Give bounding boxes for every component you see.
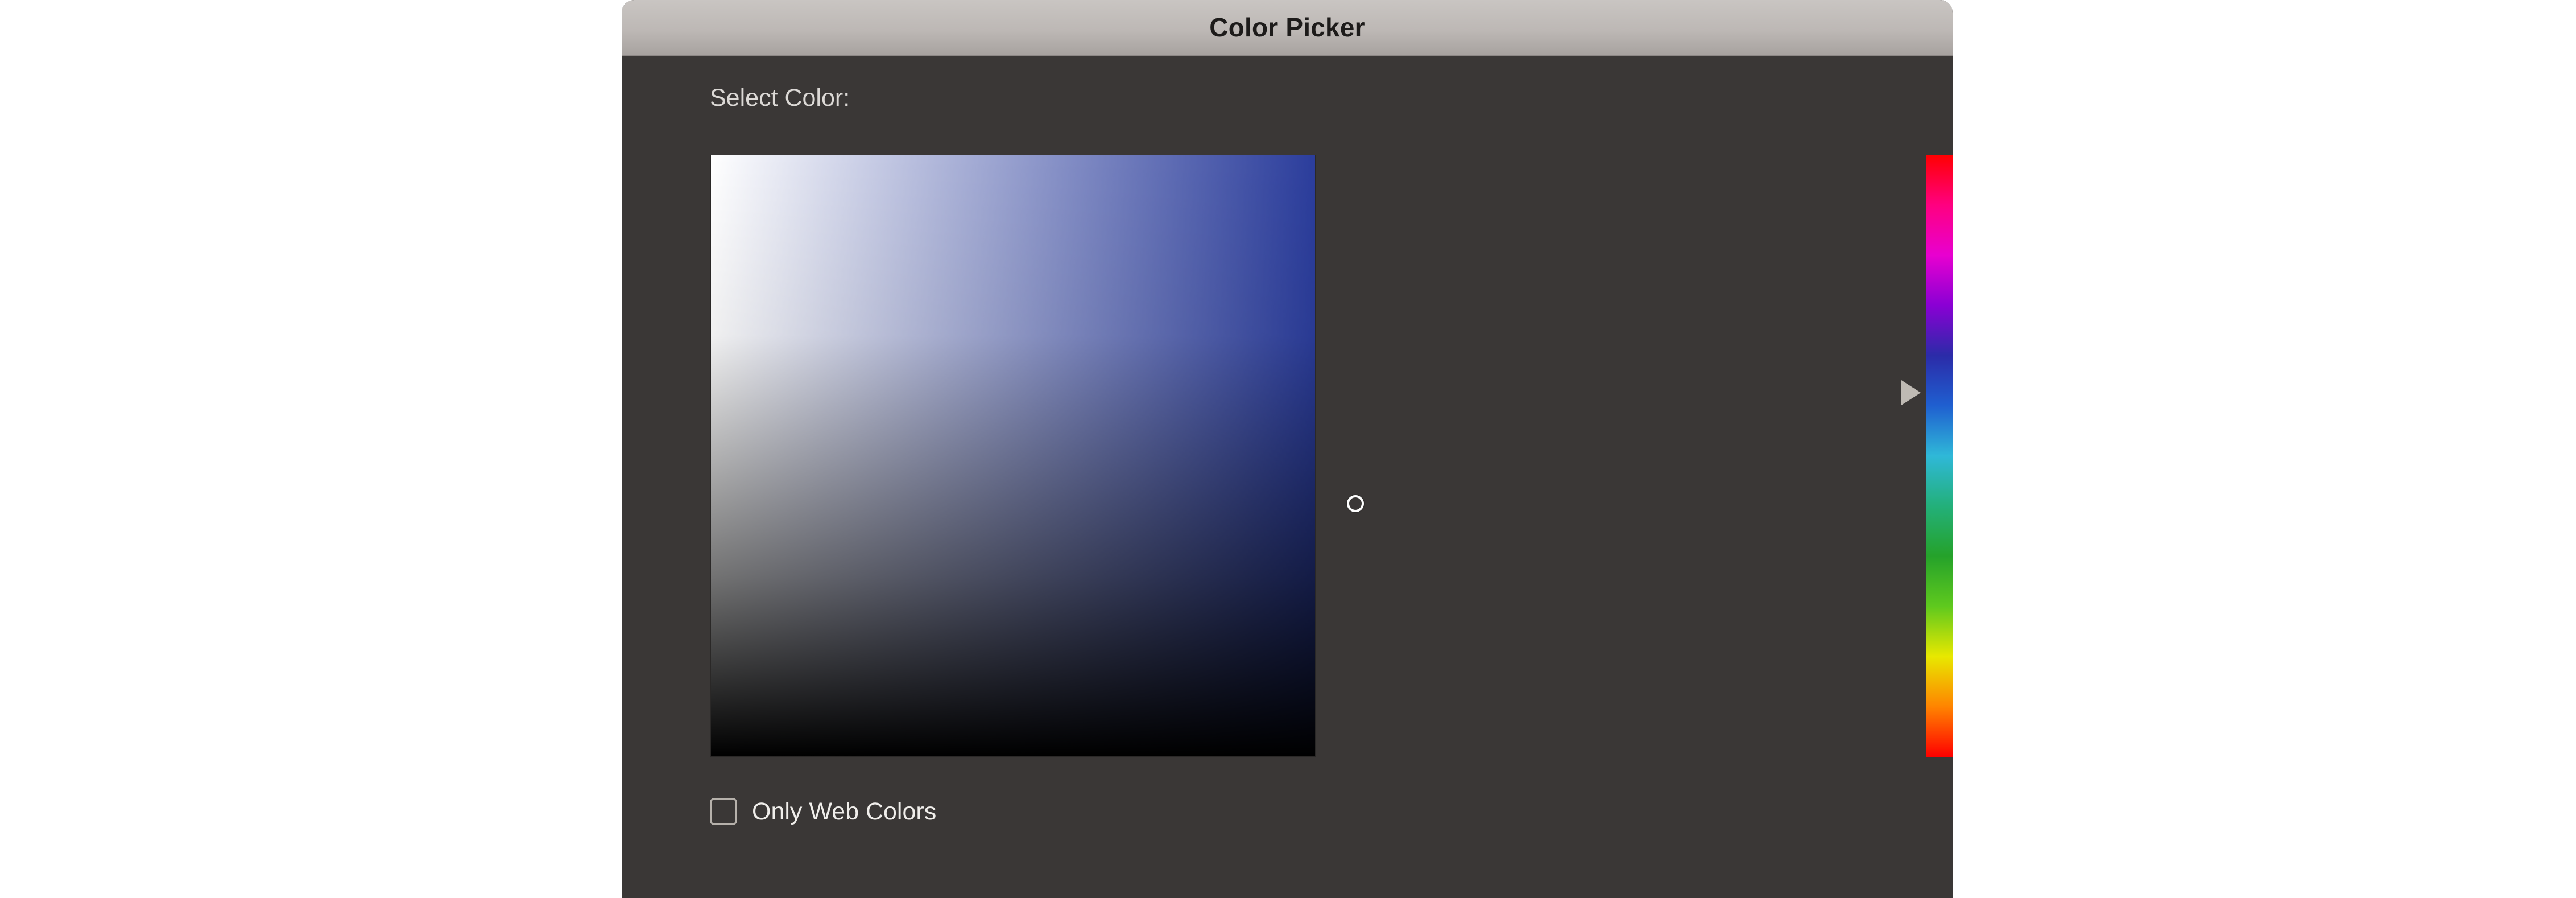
select-color-label: Select Color: [710,84,850,112]
color-selection-cursor[interactable] [1347,495,1364,512]
only-web-colors-label: Only Web Colors [752,798,937,825]
color-picker-dialog: Color Picker Select Color: OK Cancel Col… [622,0,1953,898]
dialog-title: Color Picker [1209,13,1365,42]
only-web-colors-checkbox[interactable] [710,798,737,825]
hue-marker-left-icon[interactable] [1901,380,1921,405]
dialog-titlebar[interactable]: Color Picker [622,0,1953,56]
hue-slider[interactable] [1926,155,1953,757]
saturation-brightness-field[interactable] [710,155,1316,757]
